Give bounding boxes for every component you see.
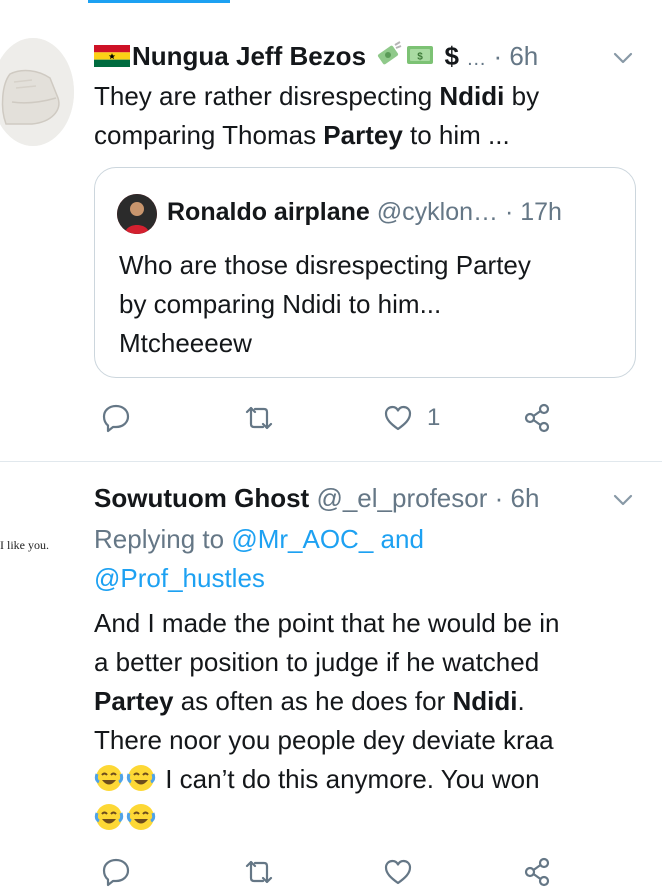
author-name[interactable]: Sowutuom Ghost bbox=[94, 483, 309, 513]
quote-text-line: Who are those disrespecting Partey bbox=[119, 250, 531, 280]
quote-text-line: by comparing Ndidi to him... bbox=[119, 289, 442, 319]
like-button[interactable]: 1 bbox=[383, 403, 440, 433]
tweet-header: Nungua Jeff Bezos $ $ … · 6h bbox=[94, 40, 538, 75]
mention-link[interactable]: @Mr_AOC_ bbox=[231, 524, 373, 554]
tweet-text-line: Partey as often as he does for Ndidi. bbox=[94, 686, 525, 716]
face-with-tears-of-joy-icon bbox=[126, 765, 156, 791]
avatar[interactable]: I like you. bbox=[0, 472, 72, 554]
share-button[interactable] bbox=[522, 857, 552, 887]
share-icon bbox=[524, 403, 550, 433]
tweet-2[interactable]: I like you. Sowutuom Ghost @_el_profesor… bbox=[0, 462, 662, 891]
face-with-tears-of-joy-icon bbox=[126, 804, 156, 830]
tweet-text-line: And I made the point that he would be in bbox=[94, 608, 560, 638]
face-with-tears-of-joy-icon bbox=[94, 765, 124, 791]
tweet-time[interactable]: · 6h bbox=[493, 41, 538, 71]
mention-link[interactable]: @Prof_hustles bbox=[94, 563, 265, 593]
share-icon bbox=[524, 857, 550, 887]
tweet-text-line: I can’t do this anymore. You won bbox=[94, 760, 559, 799]
tweet-actions bbox=[0, 857, 662, 891]
avatar-text: I like you. bbox=[0, 538, 49, 552]
tweet-text-line: comparing Thomas Partey to him ... bbox=[94, 120, 510, 150]
tweet-text-line: They are rather disrespecting Ndidi by bbox=[94, 81, 540, 111]
heart-icon bbox=[384, 405, 412, 431]
quote-avatar[interactable] bbox=[117, 194, 157, 234]
reply-icon bbox=[102, 404, 130, 433]
retweet-icon bbox=[245, 406, 273, 430]
sneakers-avatar-image bbox=[0, 38, 74, 146]
author-handle[interactable]: … bbox=[466, 48, 486, 70]
tweet-time[interactable]: · 6h bbox=[495, 483, 540, 513]
avatar[interactable] bbox=[0, 38, 74, 146]
svg-text:$: $ bbox=[417, 52, 423, 63]
tweet-text: And I made the point that he would be in… bbox=[94, 604, 559, 838]
money-with-wings-icon bbox=[378, 41, 402, 65]
quote-author-handle[interactable]: @cyklon… bbox=[377, 198, 498, 226]
author-name-suffix: $ bbox=[444, 41, 459, 71]
tweet-text-line: a better position to judge if he watched bbox=[94, 647, 540, 677]
replying-and[interactable]: and bbox=[381, 524, 424, 554]
tweet-header: Sowutuom Ghost @_el_profesor · 6h bbox=[94, 482, 539, 514]
reply-icon bbox=[102, 858, 130, 887]
tweet-1[interactable]: Nungua Jeff Bezos $ $ … · 6h They are ra… bbox=[0, 0, 662, 462]
tweet-text-line: There noor you people dey deviate kraa bbox=[94, 725, 554, 755]
reply-button[interactable] bbox=[101, 857, 131, 887]
heart-icon bbox=[384, 859, 412, 885]
dollar-banknote-icon: $ bbox=[407, 46, 434, 64]
author-name[interactable]: Nungua Jeff Bezos bbox=[132, 41, 366, 71]
quote-text: Who are those disrespecting Partey by co… bbox=[119, 246, 531, 363]
retweet-button[interactable] bbox=[243, 403, 275, 433]
quote-author-name[interactable]: Ronaldo airplane bbox=[167, 198, 370, 226]
quoted-tweet[interactable]: Ronaldo airplane @cyklon… · 17h Who are … bbox=[94, 167, 636, 378]
tweet-text-line bbox=[94, 799, 559, 838]
tweet-text: They are rather disrespecting Ndidi by c… bbox=[94, 77, 539, 155]
retweet-button[interactable] bbox=[243, 857, 275, 887]
quote-header: Ronaldo airplane @cyklon… · 17h bbox=[167, 196, 562, 228]
like-count: 1 bbox=[427, 404, 441, 431]
quote-time[interactable]: · 17h bbox=[505, 198, 562, 226]
replying-to: Replying to @Mr_AOC_ and @Prof_hustles bbox=[94, 520, 424, 598]
replying-prefix: Replying to bbox=[94, 524, 225, 554]
like-button[interactable] bbox=[383, 857, 413, 887]
ghana-flag-icon bbox=[94, 45, 130, 67]
player-avatar-image bbox=[117, 194, 157, 234]
reply-button[interactable] bbox=[101, 403, 131, 433]
share-button[interactable] bbox=[522, 403, 552, 433]
face-with-tears-of-joy-icon bbox=[94, 804, 124, 830]
tweet-actions: 1 bbox=[0, 403, 662, 437]
chevron-down-icon[interactable] bbox=[612, 47, 634, 69]
tweet-text-fragment: I can’t do this anymore. You won bbox=[158, 764, 540, 794]
author-handle[interactable]: @_el_profesor bbox=[316, 483, 487, 513]
retweet-icon bbox=[245, 860, 273, 884]
chevron-down-icon[interactable] bbox=[612, 489, 634, 511]
quote-text-line: Mtcheeeew bbox=[119, 328, 252, 358]
